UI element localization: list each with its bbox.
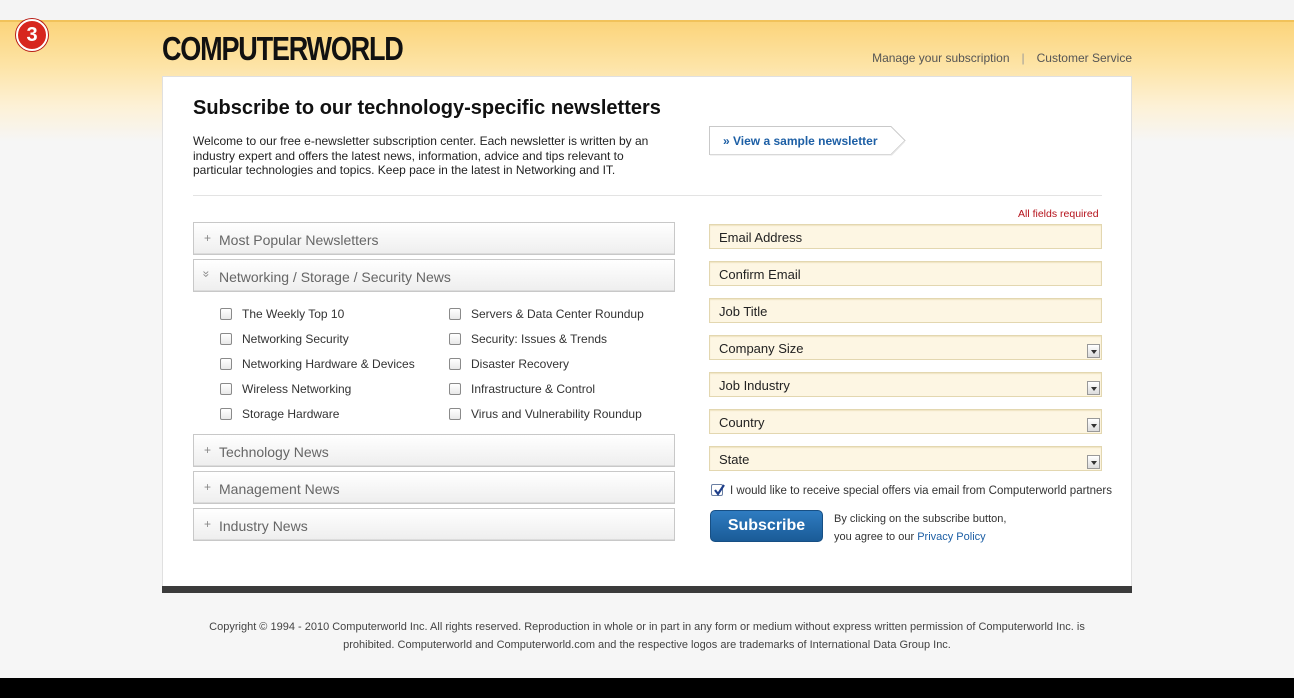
newsletter-label: Wireless Networking: [242, 382, 352, 396]
checkmark-icon: [714, 484, 725, 496]
customer-service-link[interactable]: Customer Service: [1037, 51, 1132, 65]
subscribe-button[interactable]: Subscribe: [710, 510, 823, 542]
category-networking-storage-security[interactable]: » Networking / Storage / Security News: [193, 259, 675, 292]
checkbox[interactable]: [220, 308, 232, 320]
country-select[interactable]: Country: [709, 409, 1102, 434]
newsletter-label: Security: Issues & Trends: [471, 332, 608, 346]
privacy-policy-link[interactable]: Privacy Policy: [917, 531, 985, 543]
newsletter-label: Storage Hardware: [242, 407, 340, 421]
newsletter-label: Infrastructure & Control: [471, 382, 596, 396]
nav-separator: |: [1021, 51, 1025, 65]
category-most-popular[interactable]: + Most Popular Newsletters: [193, 222, 675, 255]
view-sample-label: » View a sample newsletter: [723, 134, 878, 148]
view-sample-newsletter-button[interactable]: » View a sample newsletter: [709, 126, 906, 156]
field-placeholder: Confirm Email: [719, 267, 801, 282]
terms-line-1: By clicking on the subscribe button,: [834, 513, 1007, 525]
field-placeholder: Country: [719, 415, 765, 430]
expand-plus-icon: +: [204, 517, 212, 531]
optin-checkbox[interactable]: [711, 484, 725, 496]
dropdown-arrow-icon[interactable]: [1087, 455, 1100, 469]
collapse-chevron-icon: »: [199, 270, 214, 278]
section-divider: [193, 195, 1102, 196]
category-label: Most Popular Newsletters: [219, 232, 379, 248]
newsletter-label: Servers & Data Center Roundup: [471, 307, 644, 321]
category-label: Technology News: [219, 444, 329, 460]
job-industry-select[interactable]: Job Industry: [709, 372, 1102, 397]
top-strip: [0, 0, 1294, 22]
newsletter-label: Networking Hardware & Devices: [242, 357, 415, 371]
page-title: Subscribe to our technology-specific new…: [193, 97, 661, 119]
computerworld-logo[interactable]: COMPUTERWORLD: [162, 30, 404, 68]
terms-line-2: you agree to our Privacy Policy: [834, 529, 1006, 547]
expand-plus-icon: +: [204, 231, 212, 245]
category-label: Industry News: [219, 518, 308, 534]
bottom-black-bar: [0, 678, 1294, 698]
optin-label: I would like to receive special offers v…: [730, 485, 1112, 497]
newsletter-label: Disaster Recovery: [471, 357, 570, 371]
checkbox[interactable]: [220, 358, 232, 370]
category-industry-news[interactable]: + Industry News: [193, 508, 675, 541]
step-number-badge: 3: [16, 19, 48, 51]
newsletter-label: Virus and Vulnerability Roundup: [471, 407, 642, 421]
category-management-news[interactable]: + Management News: [193, 471, 675, 504]
dropdown-arrow-icon[interactable]: [1087, 344, 1100, 358]
expand-plus-icon: +: [204, 480, 212, 494]
field-placeholder: Job Industry: [719, 378, 790, 393]
manage-subscription-link[interactable]: Manage your subscription: [872, 51, 1009, 65]
email-address-field[interactable]: Email Address: [709, 224, 1102, 249]
field-placeholder: Email Address: [719, 230, 803, 245]
checkbox[interactable]: [220, 408, 232, 420]
confirm-email-field[interactable]: Confirm Email: [709, 261, 1102, 286]
category-label: Networking / Storage / Security News: [219, 269, 451, 285]
intro-text: Welcome to our free e-newsletter subscri…: [193, 134, 649, 177]
checkbox[interactable]: [449, 383, 461, 395]
subscription-panel: Subscribe to our technology-specific new…: [162, 76, 1132, 588]
copyright-footer: Copyright © 1994 - 2010 Computerworld In…: [162, 618, 1132, 654]
checkbox[interactable]: [449, 408, 461, 420]
required-fields-note: All fields required: [1018, 208, 1099, 220]
field-placeholder: State: [719, 452, 750, 467]
field-placeholder: Job Title: [719, 304, 768, 319]
checkbox[interactable]: [220, 383, 232, 395]
job-title-field[interactable]: Job Title: [709, 298, 1102, 323]
copyright-line-1: Copyright © 1994 - 2010 Computerworld In…: [209, 621, 1085, 633]
newsletter-label: Networking Security: [242, 332, 349, 346]
copyright-line-2: prohibited. Computerworld and Computerwo…: [343, 639, 951, 651]
dropdown-arrow-icon[interactable]: [1087, 381, 1100, 395]
category-technology-news[interactable]: + Technology News: [193, 434, 675, 467]
category-label: Management News: [219, 481, 340, 497]
top-nav: Manage your subscription | Customer Serv…: [872, 51, 1132, 65]
checkbox[interactable]: [220, 333, 232, 345]
newsletter-label: The Weekly Top 10: [242, 307, 345, 321]
terms-text: you agree to our: [834, 530, 915, 543]
state-select[interactable]: State: [709, 446, 1102, 471]
company-size-select[interactable]: Company Size: [709, 335, 1102, 360]
checkbox[interactable]: [449, 333, 461, 345]
subscribe-terms-note: By clicking on the subscribe button, you…: [834, 511, 1006, 546]
checkbox[interactable]: [449, 358, 461, 370]
field-placeholder: Company Size: [719, 341, 804, 356]
panel-bottom-bar: [162, 586, 1132, 593]
dropdown-arrow-icon[interactable]: [1087, 418, 1100, 432]
checkbox[interactable]: [449, 308, 461, 320]
expand-plus-icon: +: [204, 443, 212, 457]
